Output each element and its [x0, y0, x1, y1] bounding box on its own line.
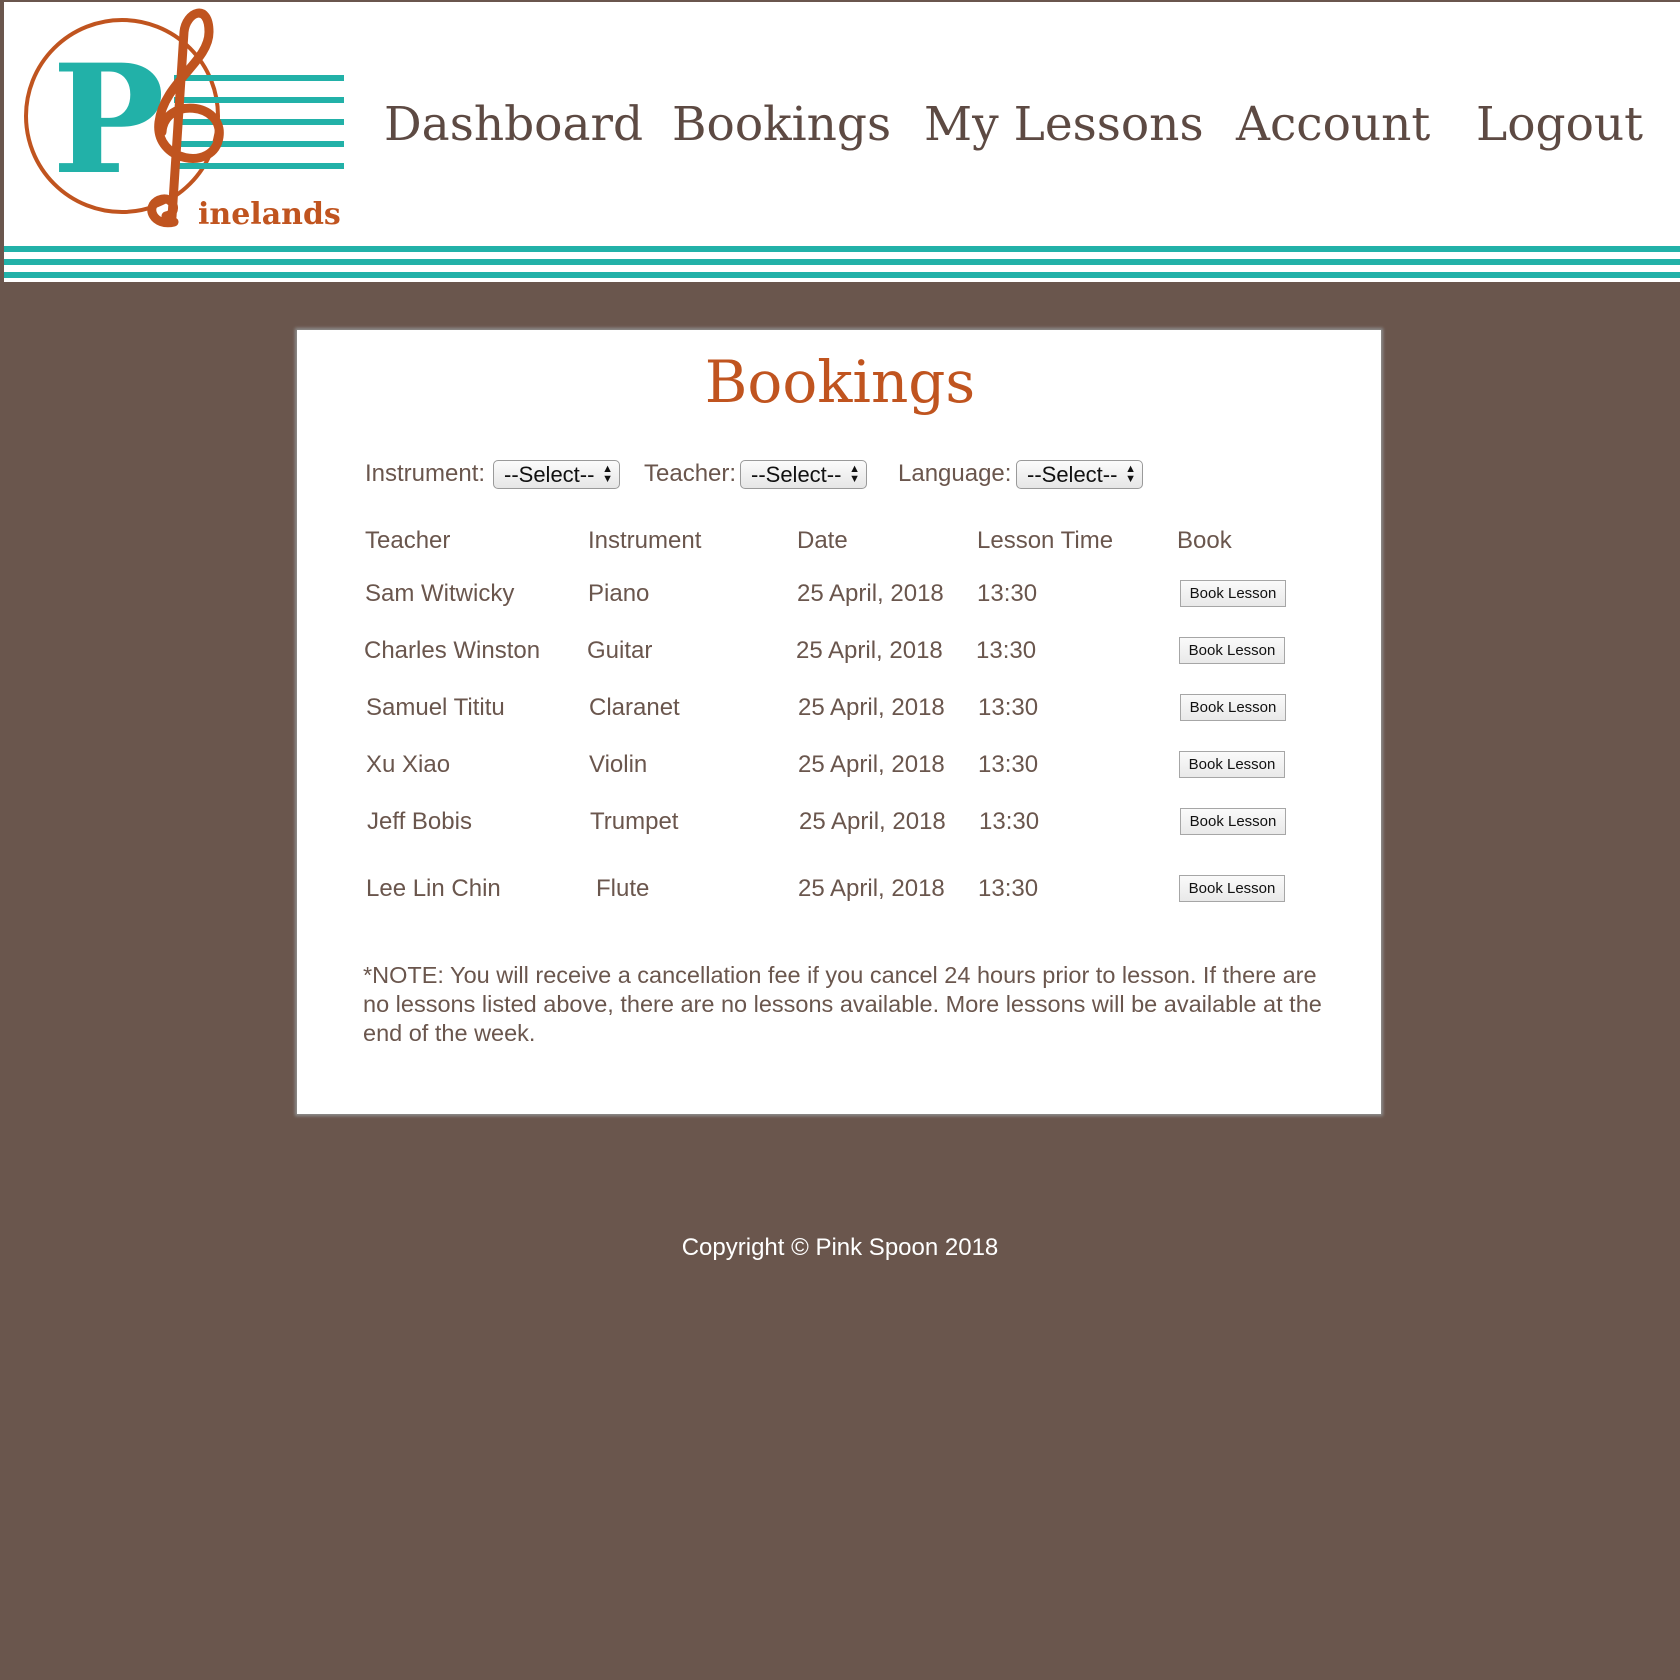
row-6-instrument: Flute	[596, 875, 650, 902]
row-2-teacher: Charles Winston	[364, 637, 541, 664]
row-1-date: 25 April, 2018	[797, 580, 944, 607]
row-3-instrument: Claranet	[589, 694, 680, 721]
row-4-time: 13:30	[978, 751, 1039, 778]
row-1-teacher: Sam Witwicky	[365, 580, 515, 607]
row-6-date: 25 April, 2018	[798, 875, 945, 902]
row-1-time: 13:30	[977, 580, 1038, 607]
header-lesson-time: Lesson Time	[977, 527, 1114, 554]
row-6-teacher: Lee Lin Chin	[366, 875, 501, 902]
nav-account[interactable]: Account	[1236, 97, 1430, 152]
row-4-teacher: Xu Xiao	[366, 751, 451, 778]
teacher-select[interactable]: --Select-- ▲ ▼	[740, 460, 867, 489]
select-arrows-icon: ▲ ▼	[1125, 463, 1136, 485]
teacher-select-value: --Select--	[751, 462, 842, 487]
instrument-select-value: --Select--	[504, 462, 595, 487]
language-select-value: --Select--	[1027, 462, 1118, 487]
teacher-filter-label: Teacher:	[644, 460, 737, 487]
nav-logout[interactable]: Logout	[1476, 97, 1643, 152]
header-date: Date	[797, 527, 848, 554]
row-5-teacher: Jeff Bobis	[367, 808, 472, 835]
page-title: Bookings	[704, 348, 976, 416]
row-6-time: 13:30	[978, 875, 1039, 902]
row-3-teacher: Samuel Tititu	[366, 694, 505, 721]
site-header: P inelands Dashboard Bookings My Lessons…	[4, 2, 1680, 282]
row-5-time: 13:30	[979, 808, 1040, 835]
language-filter-label: Language:	[898, 460, 1012, 487]
row-2-date: 25 April, 2018	[796, 637, 943, 664]
footer-copyright: Copyright © Pink Spoon 2018	[681, 1234, 999, 1261]
svg-text:inelands: inelands	[198, 197, 341, 232]
book-lesson-button[interactable]: Book Lesson	[1180, 580, 1286, 607]
book-lesson-button[interactable]: Book Lesson	[1179, 637, 1285, 664]
row-5-instrument: Trumpet	[590, 808, 679, 835]
nav-bookings[interactable]: Bookings	[672, 97, 891, 152]
row-3-time: 13:30	[978, 694, 1039, 721]
row-4-date: 25 April, 2018	[798, 751, 945, 778]
nav-dashboard[interactable]: Dashboard	[384, 97, 643, 152]
row-1-instrument: Piano	[588, 580, 650, 607]
row-5-date: 25 April, 2018	[799, 808, 946, 835]
header-book: Book	[1177, 527, 1232, 554]
book-lesson-button[interactable]: Book Lesson	[1180, 808, 1286, 835]
header-stripes	[4, 246, 1680, 282]
row-2-time: 13:30	[976, 637, 1037, 664]
nav-my-lessons[interactable]: My Lessons	[924, 97, 1204, 152]
instrument-select[interactable]: --Select-- ▲ ▼	[493, 460, 620, 489]
book-lesson-button[interactable]: Book Lesson	[1180, 694, 1286, 721]
instrument-filter-label: Instrument:	[365, 460, 486, 487]
book-lesson-button[interactable]: Book Lesson	[1179, 751, 1285, 778]
book-lesson-button[interactable]: Book Lesson	[1179, 875, 1285, 902]
header-teacher: Teacher	[365, 527, 451, 554]
language-select[interactable]: --Select-- ▲ ▼	[1016, 460, 1143, 489]
select-arrows-icon: ▲ ▼	[602, 463, 613, 485]
row-3-date: 25 April, 2018	[798, 694, 945, 721]
header-instrument: Instrument	[588, 527, 702, 554]
main-nav: Dashboard Bookings My Lessons Account Lo…	[4, 97, 1680, 157]
select-arrows-icon: ▲ ▼	[849, 463, 860, 485]
row-4-instrument: Violin	[589, 751, 648, 778]
cancellation-note: *NOTE: You will receive a cancellation f…	[363, 962, 1322, 1046]
row-2-instrument: Guitar	[587, 637, 653, 664]
